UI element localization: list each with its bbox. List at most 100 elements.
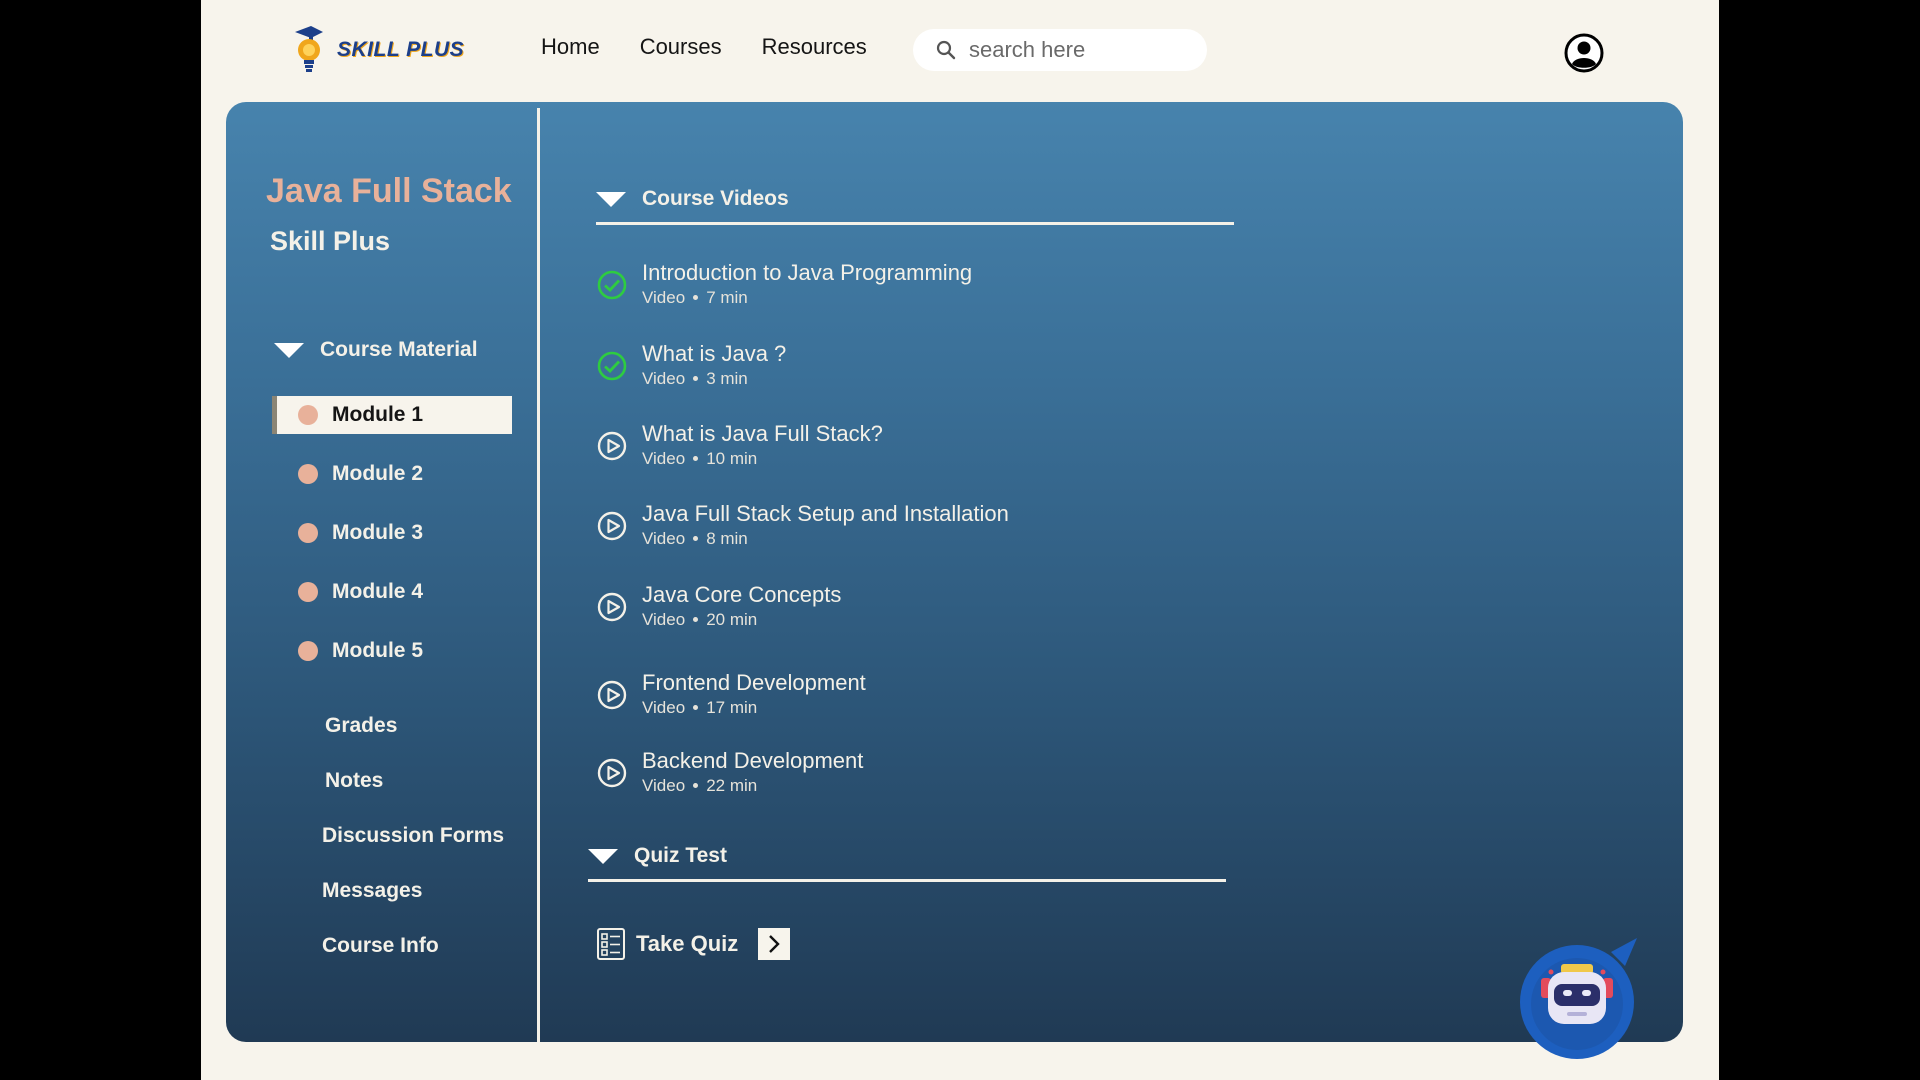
video-duration: 20 min: [706, 610, 758, 629]
video-item[interactable]: What is Java Full Stack? Video 10 min: [596, 420, 883, 470]
module-item-3[interactable]: Module 3: [272, 514, 512, 552]
video-item[interactable]: Frontend Development Video 17 min: [596, 669, 866, 719]
module-label: Module 3: [332, 521, 424, 544]
module-list: Module 1 Module 2 Module 3 Module 4 Modu…: [272, 396, 512, 691]
video-item[interactable]: What is Java ? Video 3 min: [596, 340, 786, 390]
sidebar-item-notes[interactable]: Notes: [325, 769, 504, 794]
sidebar-item-messages[interactable]: Messages: [322, 879, 504, 904]
module-label: Module 5: [332, 639, 424, 662]
search-icon: [936, 40, 956, 60]
video-title: Java Full Stack Setup and Installation: [642, 501, 1009, 526]
sidebar-item-discussion-forms[interactable]: Discussion Forms: [322, 824, 504, 849]
bullet-dot-icon: [693, 455, 699, 461]
video-title: What is Java ?: [642, 341, 787, 366]
bullet-dot-icon: [693, 616, 699, 622]
triangle-down-icon: [274, 342, 304, 358]
chatbot-icon[interactable]: [1519, 932, 1639, 1060]
video-type: Video: [642, 369, 686, 388]
video-item[interactable]: Java Core Concepts Video 20 min: [596, 581, 841, 631]
video-text: Frontend Development Video 17 min: [642, 669, 866, 719]
checklist-icon: [597, 928, 625, 960]
chevron-right-icon: [769, 935, 780, 953]
sidebar-item-course-info[interactable]: Course Info: [322, 934, 504, 959]
play-circle-icon: [597, 680, 627, 710]
play-circle-icon: [597, 431, 627, 461]
video-type: Video: [642, 529, 686, 548]
module-item-1[interactable]: Module 1: [272, 396, 512, 434]
check-circle-icon: [597, 270, 627, 300]
video-meta: Video 20 min: [642, 609, 841, 631]
module-dot-icon: [298, 582, 318, 602]
take-quiz-button[interactable]: [758, 928, 791, 960]
bullet-dot-icon: [693, 535, 699, 541]
video-item[interactable]: Backend Development Video 22 min: [596, 747, 863, 797]
video-meta: Video 7 min: [642, 287, 972, 309]
video-duration: 7 min: [706, 288, 748, 307]
course-material-label: Course Material: [320, 338, 478, 361]
module-item-4[interactable]: Module 4: [272, 573, 512, 611]
module-dot-icon: [298, 405, 318, 425]
triangle-down-icon: [588, 848, 618, 864]
sidebar-links: Grades Notes Discussion Forms Messages C…: [322, 714, 504, 989]
video-duration: 17 min: [706, 698, 758, 717]
course-material-toggle[interactable]: Course Material: [274, 338, 478, 362]
course-title: Java Full Stack: [266, 172, 512, 210]
nav-courses[interactable]: Courses: [640, 34, 722, 60]
video-type: Video: [642, 449, 686, 468]
video-item[interactable]: Java Full Stack Setup and Installation Vi…: [596, 500, 1009, 550]
take-quiz-row[interactable]: Take Quiz: [596, 927, 791, 961]
triangle-down-icon: [596, 191, 626, 207]
video-type: Video: [642, 698, 686, 717]
course-panel: Java Full Stack Skill Plus Course Materi…: [226, 102, 1683, 1042]
video-duration: 10 min: [706, 449, 758, 468]
bullet-dot-icon: [693, 294, 699, 300]
video-meta: Video 17 min: [642, 697, 866, 719]
video-title: Backend Development: [642, 748, 864, 773]
play-circle-icon: [597, 592, 627, 622]
module-item-2[interactable]: Module 2: [272, 455, 512, 493]
video-meta: Video 10 min: [642, 448, 883, 470]
course-videos-toggle[interactable]: Course Videos: [596, 187, 789, 211]
module-label: Module 4: [332, 580, 424, 603]
video-type: Video: [642, 610, 686, 629]
quiz-test-label: Quiz Test: [634, 844, 727, 867]
video-title: Introduction to Java Programming: [642, 260, 973, 285]
course-videos-label: Course Videos: [642, 187, 789, 210]
video-item[interactable]: Introduction to Java Programming Video 7 m…: [596, 259, 972, 309]
video-title: Java Core Concepts: [642, 582, 842, 607]
panel-divider: [537, 108, 540, 1042]
nav-resources[interactable]: Resources: [762, 34, 867, 60]
search-input[interactable]: [967, 36, 1201, 64]
lightbulb-graduate-icon: [295, 26, 323, 72]
logo-text: SKILL PLUS: [337, 38, 465, 61]
video-title: What is Java Full Stack?: [642, 421, 883, 446]
quiz-test-toggle[interactable]: Quiz Test: [588, 844, 727, 868]
module-item-5[interactable]: Module 5: [272, 632, 512, 670]
module-label: Module 2: [332, 462, 424, 485]
logo[interactable]: SKILL PLUS: [289, 26, 464, 74]
quiz-test-underline: [588, 879, 1226, 882]
module-dot-icon: [298, 464, 318, 484]
sidebar-item-grades[interactable]: Grades: [325, 714, 504, 739]
play-circle-icon: [597, 758, 627, 788]
video-title: Frontend Development: [642, 670, 866, 695]
video-duration: 22 min: [706, 776, 758, 795]
module-dot-icon: [298, 523, 318, 543]
search-bar[interactable]: [913, 29, 1207, 71]
video-text: Java Full Stack Setup and Installation Vi…: [642, 500, 1009, 550]
bullet-dot-icon: [693, 704, 699, 710]
video-text: Introduction to Java Programming Video 7 m…: [642, 259, 972, 309]
check-circle-icon: [597, 351, 627, 381]
user-profile-icon[interactable]: [1563, 32, 1605, 74]
nav-home[interactable]: Home: [541, 34, 600, 60]
video-text: Backend Development Video 22 min: [642, 747, 863, 797]
video-text: What is Java ? Video 3 min: [642, 340, 786, 390]
main-nav: Home Courses Resources: [541, 34, 867, 60]
video-meta: Video 8 min: [642, 528, 1009, 550]
video-text: What is Java Full Stack? Video 10 min: [642, 420, 883, 470]
bullet-dot-icon: [693, 782, 699, 788]
video-text: Java Core Concepts Video 20 min: [642, 581, 841, 631]
bullet-dot-icon: [693, 375, 699, 381]
video-type: Video: [642, 776, 686, 795]
page: SKILL PLUS Home Courses Resources Java F…: [201, 0, 1719, 1080]
